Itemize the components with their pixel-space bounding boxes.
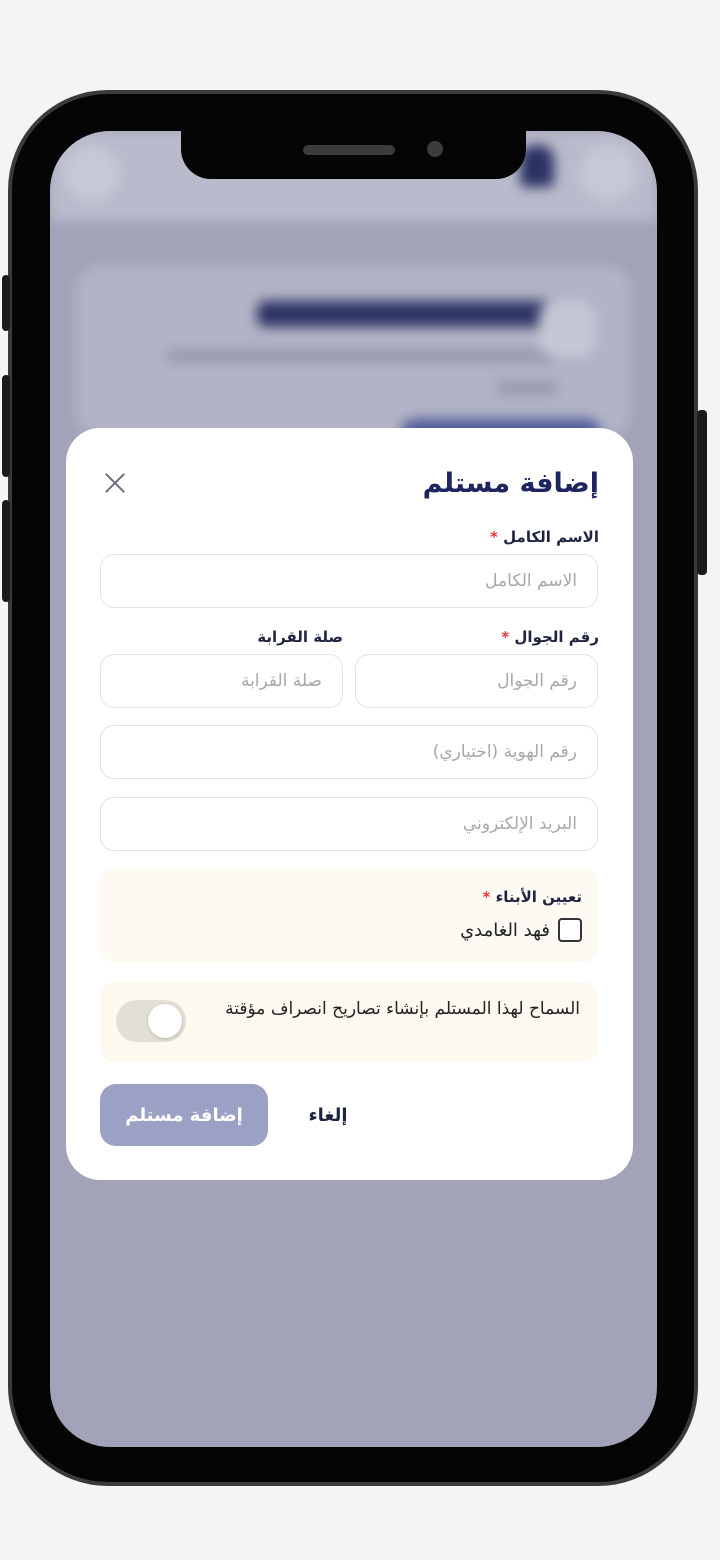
background-card-subtitle <box>497 381 557 395</box>
full-name-label-text: الاسم الكامل <box>503 528 599 546</box>
relation-input[interactable] <box>100 654 343 708</box>
assign-children-label: تعيين الأبناء * <box>482 888 582 906</box>
permission-text: السماح لهذا المستلم بإنشاء تصاريح انصراف… <box>225 999 580 1019</box>
required-asterisk: * <box>501 628 510 646</box>
permission-section: السماح لهذا المستلم بإنشاء تصاريح انصراف… <box>100 982 598 1062</box>
add-recipient-button[interactable]: إضافة مستلم <box>100 1084 268 1146</box>
background-card-title <box>257 301 557 327</box>
volume-up-button <box>2 375 10 477</box>
mobile-input[interactable] <box>355 654 598 708</box>
power-button <box>697 410 707 575</box>
background-profile-icon <box>580 145 636 201</box>
child-name: فهد الغامدي <box>460 919 550 941</box>
phone-notch <box>181 131 526 179</box>
email-input[interactable] <box>100 797 598 851</box>
background-card-subtitle <box>167 349 557 363</box>
background-menu-icon <box>64 145 120 201</box>
front-camera <box>427 141 443 157</box>
mobile-label-text: رقم الجوال <box>514 628 599 646</box>
volume-down-button <box>2 500 10 602</box>
add-recipient-modal: إضافة مستلم الاسم الكامل * رقم الجوال * … <box>66 428 633 1180</box>
full-name-input[interactable] <box>100 554 598 608</box>
id-number-input[interactable] <box>100 725 598 779</box>
close-icon[interactable] <box>102 470 128 496</box>
mute-switch <box>2 275 10 331</box>
mobile-label: رقم الجوال * <box>501 628 599 646</box>
cancel-button[interactable]: إلغاء <box>288 1084 368 1146</box>
relation-label: صلة القرابة <box>257 628 343 646</box>
required-asterisk: * <box>482 888 491 906</box>
toggle-knob <box>148 1004 182 1038</box>
assign-children-section: تعيين الأبناء * فهد الغامدي <box>100 868 598 962</box>
background-card-icon <box>539 301 595 357</box>
assign-children-label-text: تعيين الأبناء <box>495 888 582 906</box>
modal-title: إضافة مستلم <box>422 468 599 499</box>
full-name-label: الاسم الكامل * <box>490 528 599 546</box>
speaker-grill <box>303 145 395 155</box>
permission-toggle[interactable] <box>116 1000 186 1042</box>
required-asterisk: * <box>490 528 498 546</box>
child-checkbox[interactable] <box>558 918 582 942</box>
child-option[interactable]: فهد الغامدي <box>460 918 582 942</box>
